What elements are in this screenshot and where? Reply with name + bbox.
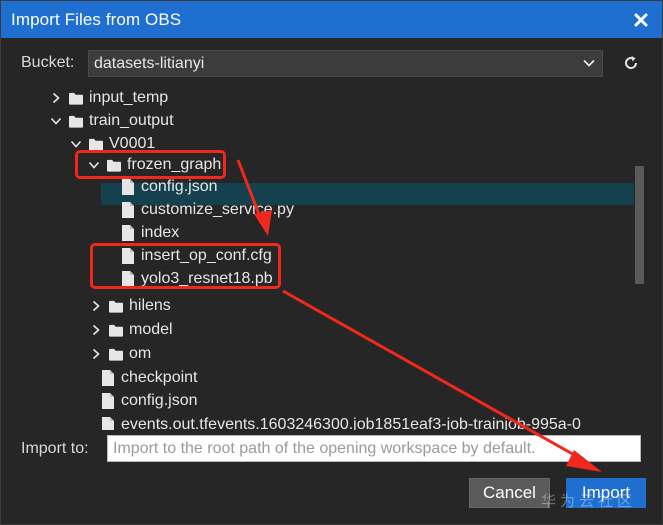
tree-item-label: input_temp bbox=[89, 89, 169, 106]
tree-file-row[interactable]: events.out.tfevents.1603246300.job1851ea… bbox=[101, 414, 581, 430]
chevron-right-icon[interactable] bbox=[89, 323, 103, 337]
tree-file-row[interactable]: insert_op_conf.cfg bbox=[121, 245, 272, 267]
import-files-dialog: Import Files from OBS Bucket: datasets-l… bbox=[0, 0, 663, 525]
tree-item-label: customize_service.py bbox=[141, 201, 294, 218]
tree-folder-row[interactable]: train_output bbox=[49, 110, 174, 132]
chevron-right-icon[interactable] bbox=[89, 299, 103, 313]
dialog-title: Import Files from OBS bbox=[11, 9, 182, 29]
bucket-select[interactable]: datasets-litianyi bbox=[88, 50, 603, 77]
tree-file-row[interactable]: config.json bbox=[121, 176, 218, 198]
tree-item-label: checkpoint bbox=[121, 369, 198, 386]
folder-icon bbox=[69, 113, 83, 129]
tree-file-row[interactable]: index bbox=[121, 222, 179, 244]
dialog-titlebar: Import Files from OBS bbox=[1, 1, 662, 38]
folder-icon bbox=[109, 298, 123, 314]
tree-item-label: train_output bbox=[89, 112, 174, 129]
tree-item-label: config.json bbox=[121, 392, 198, 409]
bucket-label: Bucket: bbox=[21, 54, 75, 71]
chevron-down-icon[interactable] bbox=[69, 137, 83, 151]
refresh-button[interactable] bbox=[620, 52, 642, 74]
file-icon bbox=[121, 248, 135, 264]
tree-item-label: V0001 bbox=[109, 135, 156, 152]
file-icon bbox=[121, 271, 135, 287]
file-icon bbox=[121, 202, 135, 218]
file-icon bbox=[101, 417, 115, 430]
tree-item-label: config.json bbox=[141, 178, 218, 195]
tree-item-label: yolo3_resnet18.pb bbox=[141, 270, 273, 287]
close-icon bbox=[634, 13, 648, 26]
import-to-label: Import to: bbox=[21, 440, 89, 457]
import-to-input[interactable] bbox=[107, 435, 641, 462]
folder-icon bbox=[107, 157, 121, 173]
tree-file-row[interactable]: config.json bbox=[101, 390, 198, 412]
chevron-right-icon[interactable] bbox=[89, 347, 103, 361]
cancel-button[interactable]: Cancel bbox=[469, 478, 550, 508]
close-button[interactable] bbox=[630, 9, 652, 31]
tree-folder-row[interactable]: input_temp bbox=[49, 87, 168, 109]
tree-item-label: om bbox=[129, 345, 152, 362]
chevron-down-icon[interactable] bbox=[49, 114, 63, 128]
file-icon bbox=[101, 370, 115, 386]
tree-file-row[interactable]: yolo3_resnet18.pb bbox=[121, 268, 273, 290]
tree-scrollbar-thumb[interactable] bbox=[635, 166, 644, 284]
tree-folder-row[interactable]: om bbox=[89, 343, 151, 365]
tree-item-label: model bbox=[129, 321, 173, 338]
tree-file-row[interactable]: customize_service.py bbox=[121, 199, 294, 221]
folder-icon bbox=[109, 322, 123, 338]
folder-icon bbox=[69, 90, 83, 106]
refresh-icon bbox=[625, 56, 638, 69]
bucket-selected-value: datasets-litianyi bbox=[94, 54, 205, 72]
folder-icon bbox=[89, 136, 103, 152]
file-icon bbox=[121, 225, 135, 241]
chevron-right-icon[interactable] bbox=[49, 91, 63, 105]
chevron-down-icon bbox=[583, 59, 595, 67]
tree-item-label: insert_op_conf.cfg bbox=[141, 247, 272, 264]
tree-item-label: hilens bbox=[129, 297, 171, 314]
tree-file-row[interactable]: checkpoint bbox=[101, 367, 198, 389]
tree-folder-row[interactable]: hilens bbox=[89, 295, 171, 317]
tree-folder-row[interactable]: frozen_graph bbox=[87, 154, 221, 176]
tree-folder-row[interactable]: model bbox=[89, 319, 173, 341]
folder-icon bbox=[109, 346, 123, 362]
watermark: 华为云社区 bbox=[541, 492, 637, 510]
tree-item-label: events.out.tfevents.1603246300.job1851ea… bbox=[121, 416, 581, 430]
obs-file-tree[interactable]: input_temp train_output V0001 frozen_graphc… bbox=[1, 85, 646, 430]
tree-folder-row[interactable]: V0001 bbox=[69, 133, 155, 155]
file-icon bbox=[121, 179, 135, 195]
chevron-down-icon[interactable] bbox=[87, 158, 101, 172]
tree-item-label: index bbox=[141, 224, 180, 241]
file-icon bbox=[101, 393, 115, 409]
tree-item-label: frozen_graph bbox=[127, 156, 222, 173]
